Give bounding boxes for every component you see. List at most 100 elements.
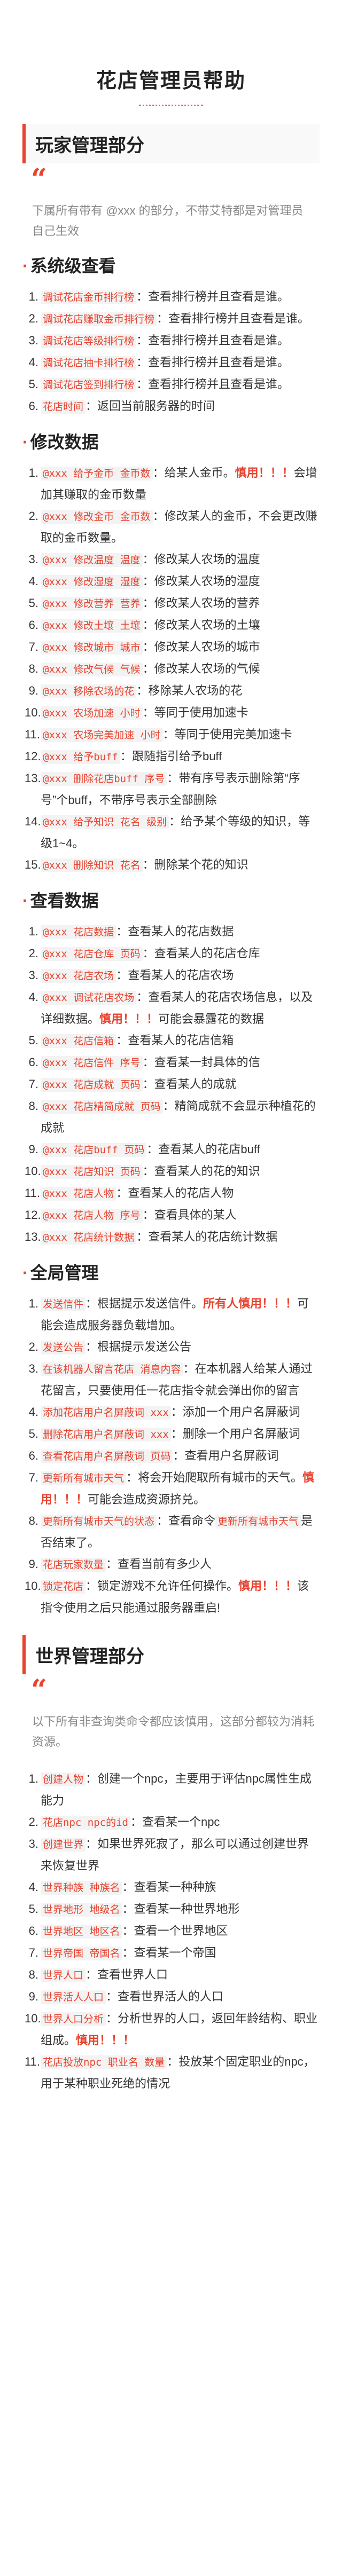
command-item: 删除花店用户名屏蔽词 xxx ：删除一个用户名屏蔽词 — [25, 1423, 320, 1445]
command-list: @xxx 花店数据 ：查看某人的花店数据 @xxx 花店仓库 页码 ：查看某人的花店仓… — [22, 921, 320, 1248]
command-code: @xxx 修改城市 城市 — [41, 641, 143, 655]
command-code: 花店npc npc的id — [41, 1816, 130, 1830]
heading-bullet-icon: · — [22, 432, 28, 452]
command-description: ：查看某人的花店buff — [146, 1143, 260, 1156]
command-description: ：根据提示发送公告 — [86, 1340, 192, 1353]
command-item: @xxx 花店成就 页码 ：查看某人的成就 — [25, 1074, 320, 1096]
command-code: 创建人物 — [41, 1773, 86, 1786]
command-description: 可能会造成资源挤兑。 — [88, 1493, 206, 1506]
warning-text: 慎用！！！ — [76, 2034, 135, 2047]
command-code: 调试花店赚取金币排行榜 — [41, 312, 157, 326]
warning-text: 慎用！！！ — [238, 1579, 298, 1593]
command-code: 更新所有城市天气 — [41, 1471, 127, 1485]
command-code: @xxx 花店统计数据 — [41, 1231, 137, 1244]
heading-bullet-icon: · — [22, 256, 28, 275]
command-code: @xxx 花店信件 序号 — [41, 1056, 143, 1070]
command-item: @xxx 修改土壤 土壤 ：修改某人农场的土壤 — [25, 615, 320, 636]
command-item: @xxx 修改湿度 湿度 ：修改某人农场的湿度 — [25, 571, 320, 593]
command-code: @xxx 修改湿度 湿度 — [41, 575, 143, 589]
command-description: ：查看某人的花店信箱 — [116, 1034, 234, 1047]
command-item: @xxx 花店知识 页码 ：查看某人的花的知识 — [25, 1161, 320, 1183]
command-item: 世界地区 地区名 ：查看一个世界地区 — [25, 1920, 320, 1942]
command-list: @xxx 给予金币 金币数 ：给某人金币。慎用！！！会增加其赚取的金币数量 @xxx… — [22, 462, 320, 876]
command-code: 花店时间 — [41, 400, 86, 414]
command-item: @xxx 修改营养 营养 ：修改某人农场的营养 — [25, 593, 320, 615]
command-code: 添加花店用户名屏蔽词 xxx — [41, 1406, 171, 1420]
subsection-heading: · 系统级查看 — [22, 255, 320, 277]
command-item: @xxx 移除农场的花 ：移除某人农场的花 — [25, 680, 320, 702]
command-description: ：查看排行榜并且查看是谁。 — [136, 356, 290, 369]
subsection-heading-text: 修改数据 — [30, 432, 99, 452]
command-description: ：查看排行榜并且查看是谁。 — [136, 290, 290, 303]
command-item: 创建人物 ：创建一个npc，主要用于评估npc属性生成能力 — [25, 1768, 320, 1811]
command-item: 花店投放npc 职业名 数量 ：投放某个固定职业的npc，用于某种职业死绝的情况 — [25, 2051, 320, 2094]
page-title: 花店管理员帮助 — [96, 70, 246, 92]
command-code: @xxx 农场完美加速 小时 — [41, 728, 163, 742]
command-code: @xxx 修改营养 营养 — [41, 597, 143, 611]
command-description: ：查看具体的某人 — [142, 1208, 237, 1222]
command-code: 发送公告 — [41, 1341, 86, 1354]
command-item: @xxx 花店人物 序号 ：查看具体的某人 — [25, 1204, 320, 1226]
command-code: @xxx 农场加速 小时 — [41, 706, 143, 720]
command-description: ：查看当前有多少人 — [106, 1557, 212, 1571]
command-item: 发送信件 ：根据提示发送信件。所有人慎用！！！可能会造成服务器负载增加。 — [25, 1293, 320, 1336]
command-item: 世界人口分析 ：分析世界的人口，返回年龄结构、职业组成。慎用！！！ — [25, 2008, 320, 2051]
command-code: 世界人口分析 — [41, 2012, 106, 2026]
command-code: 发送信件 — [41, 1297, 86, 1311]
command-code: @xxx 移除农场的花 — [41, 684, 137, 698]
command-item: @xxx 调试花店农场 ：查看某人的花店农场信息，以及详细数据。慎用！！！可能会暴… — [25, 987, 320, 1030]
command-item: 花店时间 ：返回当前服务器的时间 — [25, 396, 320, 417]
command-code: 花店玩家数量 — [41, 1558, 106, 1572]
command-code: 调试花店签到排行榜 — [41, 378, 137, 392]
command-code: @xxx 修改温度 温度 — [41, 553, 143, 567]
command-description: ：查看某一封具体的信 — [142, 1055, 260, 1069]
command-item: @xxx 删除花店buff 序号 ：带有序号表示删除第“序号”个buff，不带序号… — [25, 768, 320, 811]
command-code: @xxx 花店仓库 页码 — [41, 947, 143, 961]
command-description: ：查看某人的花店仓库 — [142, 947, 260, 960]
section-note: “ 下属所有带有 @xxx 的部分，不带艾特都是对管理员自己生效 — [22, 163, 320, 241]
help-page: 花店管理员帮助 玩家管理部分 “下属所有带有 @xxx 的部分，不带艾特都是对管理… — [0, 0, 342, 2116]
command-description: ：等同于使用完美加速卡 — [162, 728, 292, 741]
command-code: @xxx 调试花店农场 — [41, 991, 137, 1005]
command-code: 更新所有城市天气 — [215, 1515, 301, 1529]
quote-mark-icon: “ — [31, 163, 47, 195]
command-description: ：查看某人的花的知识 — [142, 1164, 260, 1178]
command-item: @xxx 农场加速 小时 ：等同于使用加速卡 — [25, 702, 320, 724]
command-item: 调试花店签到排行榜 ：查看排行榜并且查看是谁。 — [25, 374, 320, 396]
command-code: @xxx 花店数据 — [41, 925, 116, 939]
command-item: @xxx 修改温度 温度 ：修改某人农场的温度 — [25, 549, 320, 571]
command-item: 世界种族 种族名 ：查看某一种种族 — [25, 1877, 320, 1898]
command-description: ：查看排行榜并且查看是谁。 — [136, 377, 290, 391]
subsection-heading: · 修改数据 — [22, 431, 320, 453]
command-item: 添加花店用户名屏蔽词 xxx ：添加一个用户名屏蔽词 — [25, 1401, 320, 1423]
command-item: @xxx 花店统计数据 ：查看某人的花店统计数据 — [25, 1226, 320, 1248]
command-item: @xxx 删除知识 花名 ：删除某个花的知识 — [25, 854, 320, 876]
section-title: 玩家管理部分 — [22, 124, 320, 163]
command-description: ：添加一个用户名屏蔽词 — [170, 1405, 300, 1419]
command-description: ：查看某一种种族 — [122, 1880, 216, 1894]
command-description: ：删除一个用户名屏蔽词 — [170, 1427, 300, 1440]
command-item: 世界人口 ：查看世界人口 — [25, 1964, 320, 1986]
command-item: 调试花店抽卡排行榜 ：查看排行榜并且查看是谁。 — [25, 352, 320, 374]
command-code: 在该机器人留言花店 消息内容 — [41, 1362, 183, 1376]
command-description: ：修改某人农场的营养 — [142, 596, 260, 610]
command-description: ：查看世界人口 — [86, 1968, 168, 1981]
command-description: ：修改某人农场的土壤 — [142, 618, 260, 632]
command-item: @xxx 给予知识 花名 级别 ：给予某个等级的知识，等级1~4。 — [25, 811, 320, 854]
command-item: 在该机器人留言花店 消息内容 ：在本机器人给某人通过花留言，只要使用任一花店指令就… — [25, 1358, 320, 1401]
command-item: @xxx 花店仓库 页码 ：查看某人的花店仓库 — [25, 943, 320, 965]
command-item: 更新所有城市天气 ：将会开始爬取所有城市的天气。慎用！！！可能会造成资源挤兑。 — [25, 1467, 320, 1510]
command-description: ：修改某人农场的气候 — [142, 662, 260, 675]
command-item: @xxx 给予buff ：跟随指引给予buff — [25, 746, 320, 768]
heading-bullet-icon: · — [22, 1263, 28, 1282]
command-item: 更新所有城市天气的状态 ：查看命令 更新所有城市天气 是否结束了。 — [25, 1510, 320, 1554]
command-description: ：查看排行榜并且查看是谁。 — [136, 334, 290, 347]
command-code: @xxx 花店知识 页码 — [41, 1165, 143, 1179]
warning-text: 所有人慎用！！！ — [203, 1297, 298, 1310]
command-item: 锁定花店 ：锁定游戏不允许任何操作。慎用！！！该指令使用之后只能通过服务器重启! — [25, 1575, 320, 1619]
command-description: ：修改某人农场的温度 — [142, 553, 260, 566]
command-code: @xxx 花店人物 — [41, 1187, 116, 1201]
subsection-heading: · 查看数据 — [22, 890, 320, 911]
